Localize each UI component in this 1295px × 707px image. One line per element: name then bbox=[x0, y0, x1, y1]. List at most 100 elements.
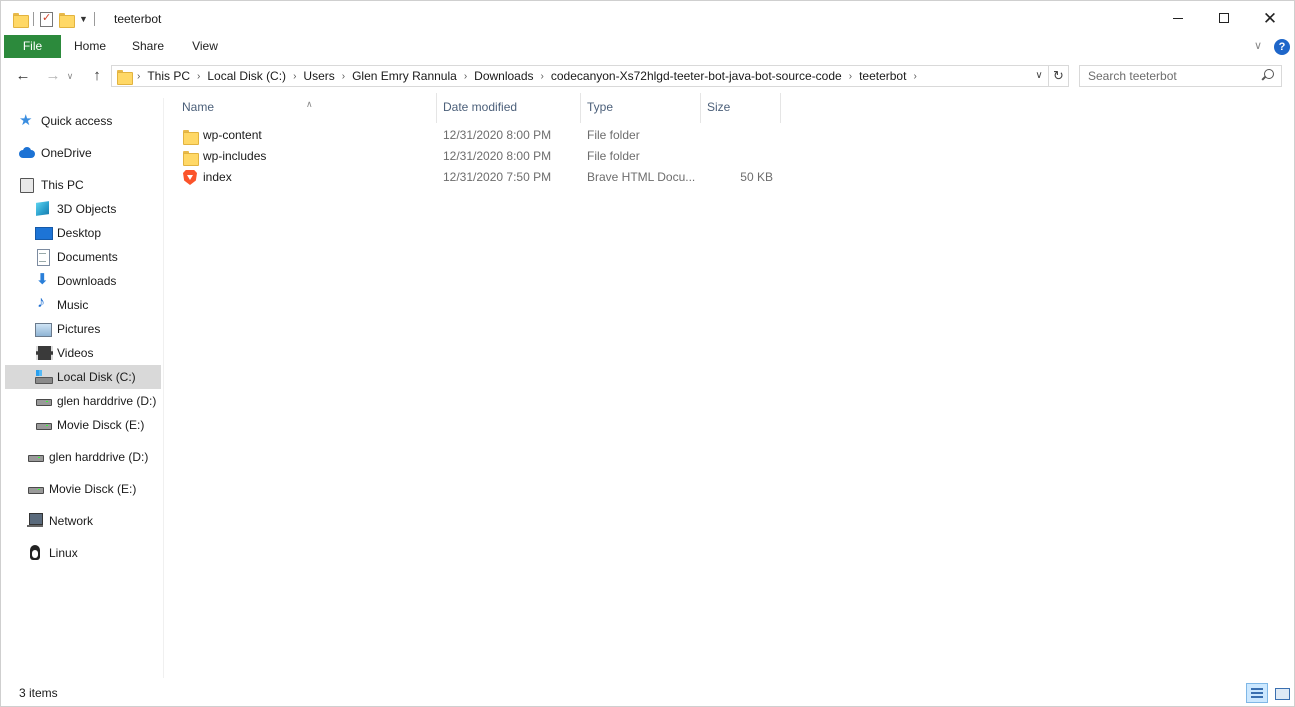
forward-arrow-icon[interactable]: → bbox=[43, 67, 63, 85]
sidebar-item-downloads[interactable]: Downloads bbox=[35, 269, 161, 293]
sidebar-item-label: Movie Disck (E:) bbox=[49, 482, 137, 496]
tab-home[interactable]: Home bbox=[61, 35, 119, 58]
sidebar-item-label: This PC bbox=[41, 178, 84, 192]
file-list: Name ∧ Date modified Type Size wp-conten… bbox=[171, 93, 1281, 678]
sidebar-item-onedrive[interactable]: OneDrive bbox=[19, 141, 175, 165]
tab-file[interactable]: File bbox=[4, 35, 61, 58]
pane-divider[interactable] bbox=[163, 98, 164, 678]
sidebar-item-label: glen harddrive (D:) bbox=[57, 394, 157, 408]
sidebar-item-glen-harddrive-d[interactable]: glen harddrive (D:) bbox=[35, 389, 161, 413]
file-row-wp-includes[interactable]: wp-includes 12/31/2020 8:00 PM File fold… bbox=[179, 146, 779, 167]
pictures-icon bbox=[35, 321, 52, 337]
up-arrow-icon[interactable]: ↑ bbox=[87, 67, 107, 85]
refresh-icon[interactable]: ↻ bbox=[1049, 65, 1069, 87]
expand-ribbon-chevron-icon[interactable]: ∨ bbox=[1254, 39, 1262, 52]
video-icon bbox=[35, 345, 53, 361]
sidebar-item-music[interactable]: Music bbox=[35, 293, 161, 317]
address-bar[interactable]: › This PC › Local Disk (C:) › Users › Gl… bbox=[111, 65, 1049, 87]
breadcrumb-downloads[interactable]: Downloads bbox=[474, 69, 533, 83]
sidebar-item-label: Movie Disck (E:) bbox=[57, 418, 145, 432]
search-icon[interactable] bbox=[1262, 69, 1274, 81]
sidebar-item-label: Downloads bbox=[57, 274, 117, 288]
sidebar-item-label: Local Disk (C:) bbox=[57, 370, 136, 384]
chevron-right-icon[interactable]: › bbox=[137, 71, 140, 82]
drive-icon bbox=[35, 393, 52, 409]
sidebar-item-desktop[interactable]: Desktop bbox=[35, 221, 161, 245]
breadcrumb-user[interactable]: Glen Emry Rannula bbox=[352, 69, 457, 83]
file-row-wp-content[interactable]: wp-content 12/31/2020 8:00 PM File folde… bbox=[179, 125, 779, 146]
breadcrumb-this-pc[interactable]: This PC bbox=[147, 69, 190, 83]
column-divider[interactable] bbox=[780, 93, 781, 123]
minimize-button[interactable] bbox=[1155, 1, 1201, 35]
sidebar-item-this-pc[interactable]: This PC bbox=[19, 173, 175, 197]
chevron-right-icon[interactable]: › bbox=[342, 71, 345, 82]
sidebar-item-label: Linux bbox=[49, 546, 78, 560]
breadcrumb-users[interactable]: Users bbox=[303, 69, 334, 83]
sidebar-item-3d-objects[interactable]: 3D Objects bbox=[35, 197, 161, 221]
sort-ascending-icon: ∧ bbox=[306, 99, 313, 109]
desktop-icon bbox=[35, 225, 53, 241]
sidebar-item-local-disk-c[interactable]: Local Disk (C:) bbox=[5, 365, 161, 389]
column-header-type[interactable]: Type bbox=[581, 93, 700, 121]
drive-icon bbox=[35, 417, 52, 433]
breadcrumb-local-disk[interactable]: Local Disk (C:) bbox=[207, 69, 286, 83]
file-name-cell: wp-includes bbox=[183, 146, 266, 167]
address-history-dropdown-icon[interactable]: ∨ bbox=[1031, 66, 1047, 86]
window-title: teeterbot bbox=[114, 12, 162, 26]
file-name: index bbox=[203, 170, 232, 184]
customize-toolbar-dropdown-icon[interactable]: ▼ bbox=[79, 14, 88, 24]
chevron-right-icon[interactable]: › bbox=[849, 71, 852, 82]
star-icon bbox=[19, 111, 35, 129]
chevron-right-icon[interactable]: › bbox=[464, 71, 467, 82]
help-icon[interactable]: ? bbox=[1274, 39, 1290, 55]
close-button[interactable]: ✕ bbox=[1247, 1, 1293, 35]
file-date-modified: 12/31/2020 7:50 PM bbox=[443, 170, 552, 184]
sidebar-item-videos[interactable]: Videos bbox=[35, 341, 161, 365]
column-header-size[interactable]: Size bbox=[701, 93, 780, 121]
column-header-date-modified[interactable]: Date modified bbox=[437, 93, 580, 121]
ribbon-tabs: File Home Share View ∨ ? bbox=[1, 35, 1294, 59]
new-folder-icon[interactable] bbox=[59, 12, 75, 28]
chevron-right-icon[interactable]: › bbox=[913, 71, 916, 82]
title-bar: ▼ teeterbot ✕ bbox=[1, 1, 1294, 35]
tab-view[interactable]: View bbox=[177, 35, 233, 58]
details-view-icon[interactable] bbox=[1246, 683, 1268, 703]
recent-locations-chevron-icon[interactable]: ∨ bbox=[65, 67, 75, 85]
folder-icon bbox=[183, 150, 199, 166]
large-icons-view-icon[interactable] bbox=[1270, 683, 1292, 703]
sidebar-item-documents[interactable]: Documents bbox=[35, 245, 161, 269]
sidebar-item-label: Music bbox=[57, 298, 89, 312]
maximize-button[interactable] bbox=[1201, 1, 1247, 35]
chevron-right-icon[interactable]: › bbox=[541, 71, 544, 82]
tab-share[interactable]: Share bbox=[119, 35, 177, 58]
breadcrumb-codecanyon-folder[interactable]: codecanyon-Xs72hlgd-teeter-bot-java-bot-… bbox=[551, 69, 842, 83]
column-header-name[interactable]: Name ∧ bbox=[176, 93, 436, 121]
sidebar-item-label: Documents bbox=[57, 250, 118, 264]
properties-icon[interactable] bbox=[40, 11, 53, 27]
computer-icon bbox=[19, 177, 35, 193]
search-box[interactable] bbox=[1079, 65, 1282, 87]
search-input[interactable] bbox=[1088, 69, 1258, 83]
breadcrumb-teeterbot[interactable]: teeterbot bbox=[859, 69, 906, 83]
minimize-icon bbox=[1173, 17, 1183, 19]
sidebar-item-linux[interactable]: Linux bbox=[27, 541, 161, 565]
quick-access-toolbar: ▼ bbox=[13, 10, 95, 28]
sidebar-item-network[interactable]: Network bbox=[27, 509, 161, 533]
chevron-right-icon[interactable]: › bbox=[197, 71, 200, 82]
local-disk-icon bbox=[35, 369, 53, 385]
file-date-modified: 12/31/2020 8:00 PM bbox=[443, 149, 552, 163]
sidebar-item-glen-harddrive-d-root[interactable]: glen harddrive (D:) bbox=[27, 445, 161, 469]
sidebar-item-movie-disck-e[interactable]: Movie Disck (E:) bbox=[35, 413, 161, 437]
sidebar-item-pictures[interactable]: Pictures bbox=[35, 317, 161, 341]
file-row-index[interactable]: index 12/31/2020 7:50 PM Brave HTML Docu… bbox=[179, 167, 779, 188]
status-bar: 3 items bbox=[1, 681, 1294, 706]
sidebar-item-label: Network bbox=[49, 514, 94, 528]
sidebar-item-movie-disck-e-root[interactable]: Movie Disck (E:) bbox=[27, 477, 161, 501]
chevron-right-icon[interactable]: › bbox=[293, 71, 296, 82]
back-arrow-icon[interactable]: ← bbox=[13, 67, 33, 85]
folder-icon bbox=[13, 12, 29, 28]
sidebar-item-quick-access[interactable]: Quick access bbox=[19, 109, 175, 133]
item-count: 3 items bbox=[19, 686, 58, 700]
file-type: File folder bbox=[587, 128, 640, 142]
column-header-label: Name bbox=[182, 100, 215, 114]
